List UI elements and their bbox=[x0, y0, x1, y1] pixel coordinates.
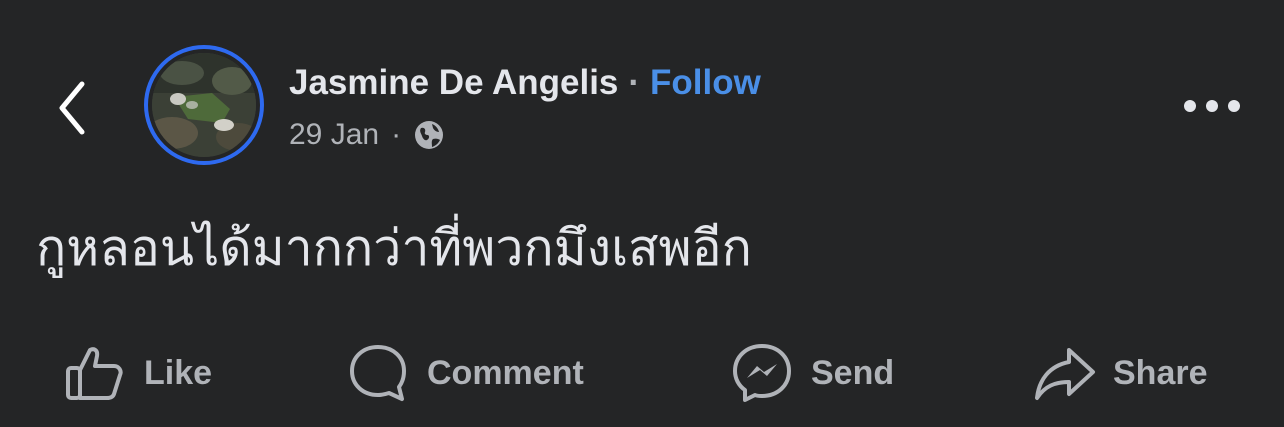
send-button[interactable]: Send bbox=[731, 337, 894, 409]
post-body-text: กูหลอนได้มากกว่าที่พวกมึงเสพอีก bbox=[36, 219, 752, 277]
back-button[interactable] bbox=[44, 72, 100, 144]
post-date[interactable]: 29 Jan bbox=[289, 118, 379, 152]
author-avatar[interactable] bbox=[144, 45, 264, 165]
more-options-button[interactable] bbox=[1176, 84, 1248, 128]
globe-icon[interactable] bbox=[413, 119, 445, 151]
follow-button[interactable]: Follow bbox=[650, 63, 761, 103]
send-label: Send bbox=[811, 353, 895, 392]
messenger-icon bbox=[731, 342, 793, 404]
avatar-image bbox=[152, 53, 256, 157]
author-name[interactable]: Jasmine De Angelis bbox=[289, 63, 618, 103]
post-header: Jasmine De Angelis · Follow bbox=[289, 60, 761, 106]
thumbs-up-icon bbox=[64, 342, 126, 404]
speech-bubble-icon bbox=[347, 342, 409, 404]
more-options-icon bbox=[1184, 100, 1240, 112]
meta-separator: · bbox=[391, 118, 402, 151]
share-button[interactable]: Share bbox=[1033, 337, 1208, 409]
like-label: Like bbox=[144, 353, 213, 392]
like-button[interactable]: Like bbox=[64, 337, 212, 409]
comment-button[interactable]: Comment bbox=[347, 337, 584, 409]
name-separator: · bbox=[628, 63, 641, 102]
back-chevron-icon bbox=[59, 81, 85, 135]
comment-label: Comment bbox=[427, 353, 584, 392]
share-label: Share bbox=[1113, 353, 1208, 392]
share-arrow-icon bbox=[1033, 342, 1097, 404]
post-meta: 29 Jan · bbox=[289, 113, 445, 157]
